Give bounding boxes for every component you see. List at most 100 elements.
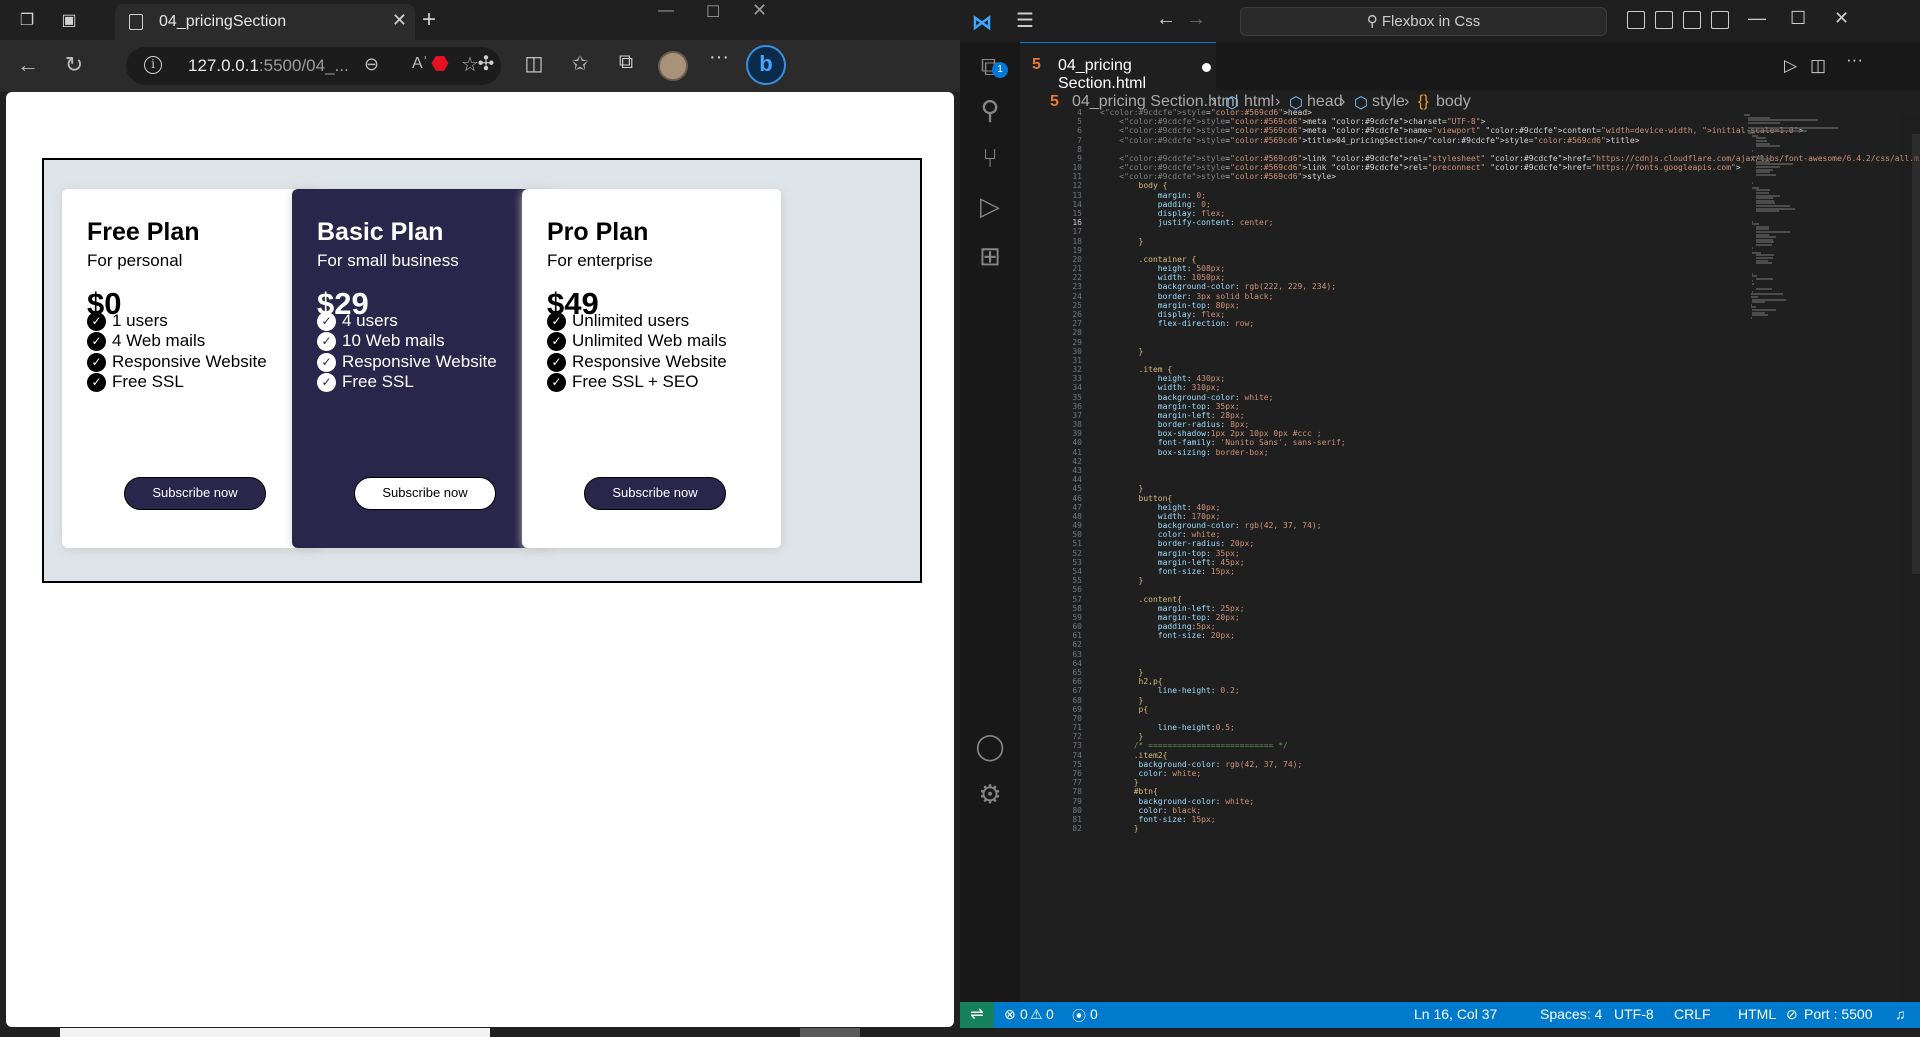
- code-line[interactable]: border-radius: 20px;: [1100, 539, 1254, 548]
- more-actions-icon[interactable]: ···: [1846, 50, 1863, 70]
- ports-count[interactable]: 0: [1090, 1006, 1098, 1022]
- errors-icon[interactable]: ⊗: [1004, 1006, 1016, 1023]
- code-line[interactable]: box-shadow:1px 2px 10px 0px #ccc ;: [1100, 429, 1322, 438]
- toggle-secondary-sidebar-icon[interactable]: [1683, 11, 1701, 29]
- code-line[interactable]: }: [1100, 824, 1139, 833]
- code-line[interactable]: button{: [1100, 494, 1173, 503]
- code-line[interactable]: .item2{: [1100, 751, 1168, 760]
- code-line[interactable]: color: white;: [1100, 530, 1221, 539]
- port-icon[interactable]: ⊘: [1786, 1006, 1798, 1023]
- zoom-icon[interactable]: ⊖: [364, 54, 379, 75]
- line-ending[interactable]: CRLF: [1674, 1006, 1711, 1022]
- code-line[interactable]: }: [1100, 778, 1139, 787]
- subscribe-button[interactable]: Subscribe now: [124, 477, 266, 510]
- code-line[interactable]: line-height:0.5;: [1100, 723, 1235, 732]
- nav-back-icon[interactable]: ←: [1156, 8, 1176, 31]
- site-info-icon[interactable]: i: [144, 56, 162, 74]
- close-window-icon[interactable]: ✕: [752, 0, 767, 21]
- code-line[interactable]: }: [1100, 732, 1144, 741]
- breadcrumb-head[interactable]: head: [1307, 93, 1343, 111]
- code-line[interactable]: height: 508px;: [1100, 264, 1225, 273]
- code-line[interactable]: color: black;: [1100, 806, 1202, 815]
- code-line[interactable]: }: [1100, 484, 1144, 493]
- extensions-icon[interactable]: ✣: [472, 51, 500, 76]
- code-line[interactable]: font-family: 'Nunito Sans', sans-serif;: [1100, 438, 1346, 447]
- code-editor[interactable]: 4 5 6 7 8 9 10 11 12 13 14 15 16 17 18 19 20 21 22 23 24 25 26…: [1020, 108, 1920, 1002]
- new-tab-icon[interactable]: +: [422, 6, 436, 34]
- maximize-icon[interactable]: ☐: [1790, 8, 1806, 29]
- close-tab-icon[interactable]: ✕: [392, 10, 407, 31]
- code-line[interactable]: #btn{: [1100, 787, 1158, 796]
- minimize-icon[interactable]: —: [1748, 8, 1766, 29]
- copilot-icon[interactable]: b: [746, 45, 786, 85]
- code-line[interactable]: display: flex;: [1100, 209, 1225, 218]
- code-line[interactable]: margin-top: 35px;: [1100, 402, 1240, 411]
- close-window-icon[interactable]: ✕: [1834, 8, 1849, 29]
- code-line[interactable]: <"color:#9cdcfe">style="color:#569cd6">s…: [1100, 172, 1336, 181]
- cursor-position[interactable]: Ln 16, Col 37: [1414, 1006, 1497, 1022]
- remote-indicator-icon[interactable]: ⇌: [960, 1002, 994, 1028]
- encoding[interactable]: UTF-8: [1614, 1006, 1654, 1022]
- code-line[interactable]: margin: 0;: [1100, 191, 1206, 200]
- code-line[interactable]: flex-direction: row;: [1100, 319, 1254, 328]
- code-line[interactable]: <"color:#9cdcfe">style="color:#569cd6">h…: [1100, 108, 1312, 117]
- code-line[interactable]: padding: 0;: [1100, 200, 1211, 209]
- code-line[interactable]: width: 170px;: [1100, 512, 1221, 521]
- code-line[interactable]: }: [1100, 696, 1144, 705]
- code-line[interactable]: color: white;: [1100, 769, 1202, 778]
- menu-icon[interactable]: ☰: [1016, 8, 1034, 33]
- command-center-search[interactable]: ⚲ Flexbox in Css: [1240, 7, 1607, 36]
- collections-icon[interactable]: ⧉: [612, 51, 640, 74]
- settings-gear-icon[interactable]: ⚙: [974, 778, 1006, 810]
- code-line[interactable]: }: [1100, 576, 1144, 585]
- code-line[interactable]: background-color: rgb(42, 37, 74);: [1100, 521, 1322, 530]
- error-count[interactable]: 0: [1020, 1006, 1028, 1022]
- editor-scrollbar[interactable]: [1912, 134, 1920, 574]
- warnings-icon[interactable]: ⚠: [1030, 1006, 1043, 1023]
- subscribe-button[interactable]: Subscribe now: [354, 477, 496, 510]
- more-menu-icon[interactable]: ···: [705, 46, 733, 69]
- code-line[interactable]: width: 310px;: [1100, 383, 1221, 392]
- run-debug-icon[interactable]: ▷: [974, 190, 1006, 222]
- code-line[interactable]: height: 430px;: [1100, 374, 1225, 383]
- code-line[interactable]: <"color:#9cdcfe">style="color:#569cd6">m…: [1100, 126, 1803, 135]
- url-text[interactable]: 127.0.0.1:5500/04_...: [188, 56, 349, 76]
- language-mode[interactable]: HTML: [1738, 1006, 1776, 1022]
- code-line[interactable]: /* ========================== */: [1100, 741, 1288, 750]
- split-screen-icon[interactable]: ◫: [520, 51, 548, 76]
- code-line[interactable]: margin-top: 35px;: [1100, 549, 1240, 558]
- extension-shield-icon[interactable]: ⬣: [426, 51, 454, 76]
- code-line[interactable]: display: flex;: [1100, 310, 1225, 319]
- unsaved-dot-icon[interactable]: [1202, 63, 1211, 72]
- notifications-bell-icon[interactable]: ♫: [1895, 1006, 1906, 1022]
- code-line[interactable]: <"color:#9cdcfe">style="color:#569cd6">m…: [1100, 117, 1485, 126]
- code-line[interactable]: background-color: rgb(42, 37, 74);: [1100, 760, 1303, 769]
- code-line[interactable]: font-size: 15px;: [1100, 567, 1235, 576]
- warning-count[interactable]: 0: [1046, 1006, 1054, 1022]
- refresh-icon[interactable]: ↻: [60, 52, 88, 78]
- code-line[interactable]: background-color: rgb(222, 229, 234);: [1100, 282, 1336, 291]
- code-line[interactable]: .container {: [1100, 255, 1197, 264]
- code-line[interactable]: width: 1050px;: [1100, 273, 1225, 282]
- account-icon[interactable]: ◯: [974, 730, 1006, 762]
- indentation[interactable]: Spaces: 4: [1540, 1006, 1602, 1022]
- code-line[interactable]: padding:5px;: [1100, 622, 1216, 631]
- favorites-icon[interactable]: ✩: [566, 51, 594, 76]
- code-line[interactable]: border: 3px solid black;: [1100, 292, 1274, 301]
- workspaces-icon[interactable]: ❐: [16, 10, 38, 32]
- code-line[interactable]: line-height: 0.2;: [1100, 686, 1240, 695]
- live-server-port[interactable]: Port : 5500: [1804, 1006, 1873, 1022]
- search-icon[interactable]: ⚲: [974, 94, 1006, 126]
- code-line[interactable]: font-size: 20px;: [1100, 631, 1235, 640]
- subscribe-button[interactable]: Subscribe now: [584, 477, 726, 510]
- code-line[interactable]: border-radius: 8px;: [1100, 420, 1250, 429]
- code-line[interactable]: margin-left: 45px;: [1100, 558, 1245, 567]
- code-line[interactable]: <"color:#9cdcfe">style="color:#569cd6">t…: [1100, 136, 1639, 145]
- editor-tab-active[interactable]: 5 04_pricing Section.html: [1020, 42, 1216, 92]
- back-icon[interactable]: ←: [14, 52, 42, 78]
- code-line[interactable]: }: [1100, 347, 1144, 356]
- code-line[interactable]: background-color: white;: [1100, 393, 1274, 402]
- code-line[interactable]: box-sizing: border-box;: [1100, 448, 1269, 457]
- code-line[interactable]: p{: [1100, 705, 1149, 714]
- tab-actions-icon[interactable]: ▣: [58, 10, 80, 32]
